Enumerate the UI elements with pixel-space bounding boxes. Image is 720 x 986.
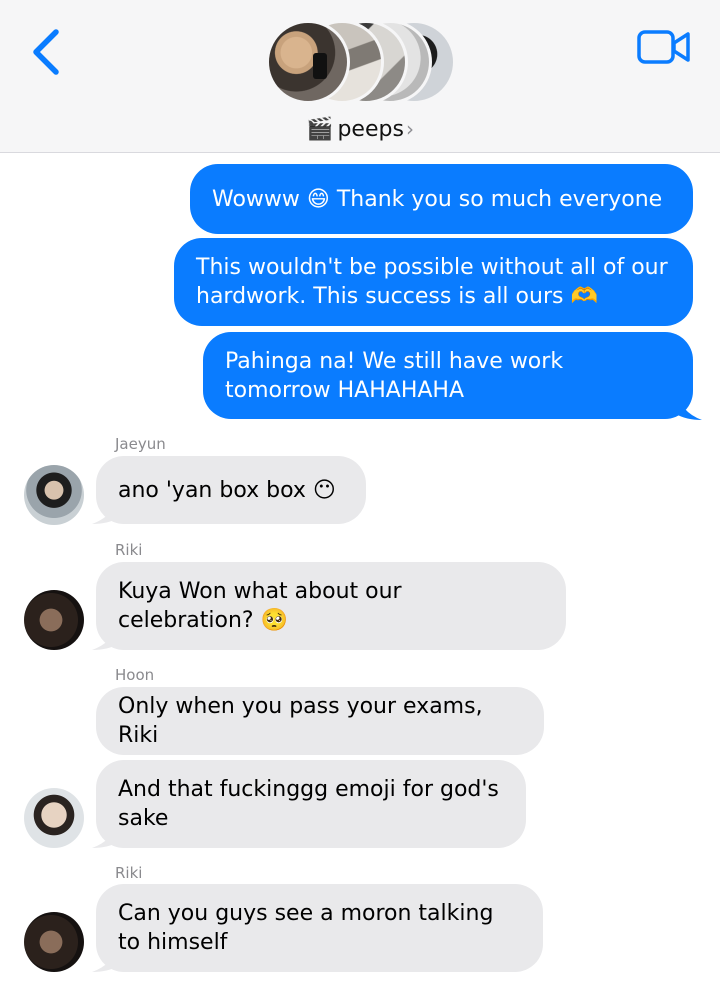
message-text: And that fuckinggg emoji for god's sake (118, 777, 499, 831)
bubble-tail (676, 390, 702, 420)
bubble-tail (92, 944, 118, 972)
group-title[interactable]: 🎬 peeps › (0, 112, 720, 146)
message-text: Kuya Won what about our celebration? 🥺 (118, 579, 402, 633)
received-message-bubble[interactable]: Kuya Won what about our celebration? 🥺 (96, 562, 566, 650)
chat-header: 🎬 peeps › (0, 0, 720, 153)
avatar-riki[interactable] (24, 590, 84, 650)
message-text: This wouldn't be possible without all of… (196, 255, 668, 309)
sender-name: Jaeyun (115, 435, 166, 453)
sent-message-bubble[interactable]: This wouldn't be possible without all of… (174, 238, 693, 326)
group-name: peeps (337, 117, 404, 142)
sender-name: Riki (115, 864, 143, 882)
sender-name: Riki (115, 541, 143, 559)
bubble-tail (92, 496, 118, 524)
chevron-right-icon: › (405, 117, 414, 141)
message-text: Wowww 😄 Thank you so much everyone (212, 186, 663, 212)
received-message-bubble[interactable]: Only when you pass your exams, Riki (96, 687, 544, 755)
sent-message-bubble[interactable]: Pahinga na! We still have work tomorrow … (203, 332, 693, 419)
message-text: ano 'yan box box 😶 (118, 477, 336, 503)
clapperboard-icon: 🎬 (306, 117, 334, 142)
bubble-tail (92, 622, 118, 650)
sender-name: Hoon (115, 666, 155, 684)
group-avatar-stack[interactable] (266, 18, 456, 108)
video-camera-icon[interactable] (636, 26, 692, 68)
group-member-avatar (266, 20, 350, 104)
bubble-tail (92, 820, 118, 848)
avatar-hoon[interactable] (24, 788, 84, 848)
chevron-left-icon[interactable] (22, 24, 72, 80)
received-message-bubble[interactable]: Can you guys see a moron talking to hims… (96, 884, 543, 972)
sent-message-bubble[interactable]: Wowww 😄 Thank you so much everyone (190, 164, 693, 234)
message-text: Pahinga na! We still have work tomorrow … (225, 348, 564, 403)
avatar-riki[interactable] (24, 912, 84, 972)
message-text: Only when you pass your exams, Riki (118, 694, 483, 748)
message-text: Can you guys see a moron talking to hims… (118, 901, 494, 955)
received-message-bubble[interactable]: And that fuckinggg emoji for god's sake (96, 760, 526, 848)
avatar-jaeyun[interactable] (24, 465, 84, 525)
received-message-bubble[interactable]: ano 'yan box box 😶 (96, 456, 366, 524)
phone-shape (313, 53, 327, 79)
